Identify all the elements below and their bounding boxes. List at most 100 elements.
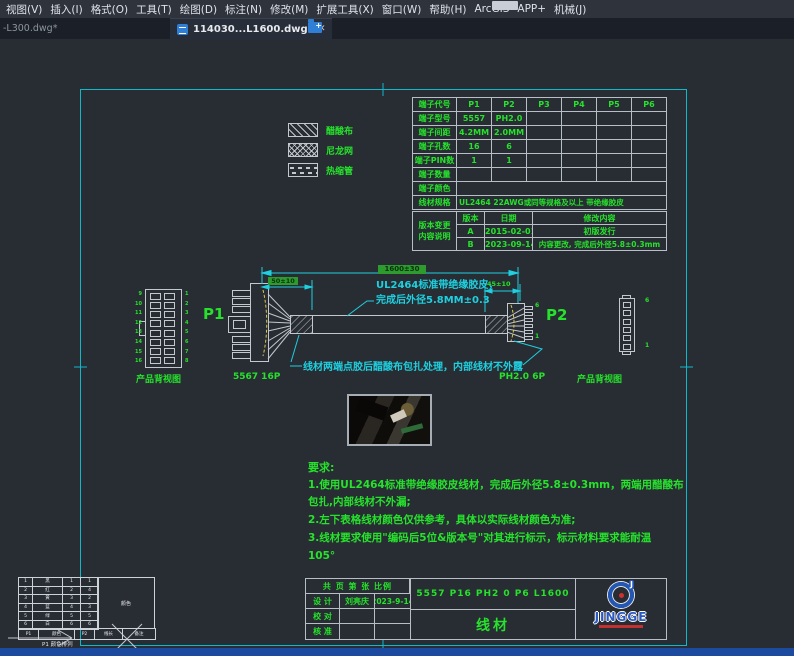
menu-item[interactable]: APP+: [513, 3, 550, 15]
table-cell: 2023-09-14: [485, 238, 533, 251]
terminal-spec-table: 端子代号 P1 P2 P3 P4 P5 P6 端子型号 5557 PH2.0: [412, 97, 667, 210]
table-cell: 3: [81, 603, 99, 612]
p2-front-pin-bottom: 1: [645, 342, 649, 349]
pin-number: 3: [185, 309, 199, 319]
pin-number: 10: [128, 300, 142, 310]
logo-emblem-icon: J: [608, 582, 634, 608]
wire-color-footer: P1 颜色 P2 线长 备注: [18, 628, 156, 640]
check-label: 校 对: [305, 608, 340, 624]
table-cell: 端子孔数: [413, 140, 457, 154]
table-cell: 5: [81, 612, 99, 621]
table-cell: [562, 140, 597, 154]
table-row: 4 蓝 4 3: [19, 603, 99, 612]
nylon-mesh-hatch-swatch: [288, 143, 318, 157]
new-drawing-icon[interactable]: [308, 22, 322, 33]
wire-spec-cell: UL2464 22AWG或同等规格及以上 带绝缘胶皮: [457, 196, 667, 210]
table-cell: 4: [81, 586, 99, 595]
menu-item[interactable]: 机械(J): [550, 2, 590, 17]
note-line: 3.线材要求使用"编码后5位&版本号"对其进行标示，标示材料要求能耐温: [308, 530, 658, 548]
table-row: 线材规格 UL2464 22AWG或同等规格及以上 带绝缘胶皮: [413, 196, 667, 210]
table-cell: 端子颜色: [413, 182, 457, 196]
table-cell: [457, 168, 492, 182]
overall-length-dimension[interactable]: 1600±30: [378, 265, 426, 274]
table-cell: 线长: [95, 629, 123, 640]
menu-item[interactable]: 工具(T): [132, 2, 176, 17]
table-cell: P1: [457, 98, 492, 112]
p2-front-view: [620, 296, 635, 355]
notes-title: 要求:: [308, 459, 658, 477]
approve-date: [374, 623, 411, 640]
menu-item[interactable]: 绘图(D): [176, 2, 221, 17]
table-cell: [527, 140, 562, 154]
pin-number: 5: [185, 328, 199, 338]
table-cell: P1: [19, 629, 39, 640]
designer-name: 刘亮庆: [339, 593, 375, 609]
wire-color-table: 1 黑 1 1 2 红 2 4 3 黄 3 2 4 蓝 4: [18, 577, 99, 630]
menu-item[interactable]: 帮助(H): [425, 2, 470, 17]
pin-number: 16: [128, 357, 142, 367]
pin-number: 15: [128, 348, 142, 358]
title-block: 共 页 第 张 比例 设 计 刘亮庆 2023-9-14 校 对 核 准 555…: [305, 578, 667, 640]
table-cell: 版本: [457, 212, 485, 225]
cable: [291, 316, 508, 334]
view-caption-right: 产品背视图: [577, 372, 622, 385]
legend-item: 尼龙网: [288, 143, 353, 157]
legend-label: 尼龙网: [326, 144, 353, 157]
tab-inactive-drawing[interactable]: -L300.dwg*: [0, 23, 57, 34]
status-bar[interactable]: [0, 648, 794, 656]
table-cell: 5: [19, 612, 33, 621]
pin-number: 8: [185, 357, 199, 367]
logo-j-mark: J: [629, 580, 634, 589]
table-cell: 4.2MM: [457, 126, 492, 140]
table-row: 5 绿 5 5: [19, 612, 99, 621]
p2-pin-bottom: 1: [535, 333, 539, 340]
table-cell: [597, 168, 632, 182]
left-wrap-dimension[interactable]: 50±10: [268, 277, 298, 285]
table-cell: [632, 154, 667, 168]
p1-pin-numbers-left: 910111213141516: [128, 290, 142, 367]
side-label-line: 内容说明: [413, 231, 456, 242]
table-cell: 2: [63, 586, 81, 595]
hatch-legend: 醋酸布 尼龙网 热缩管: [288, 123, 353, 183]
table-cell: 黑: [33, 578, 63, 587]
menu-item[interactable]: 格式(O): [87, 2, 132, 17]
menu-item[interactable]: 窗口(W): [378, 2, 426, 17]
pin-number: 12: [128, 319, 142, 329]
table-row: 端子型号 5557 PH2.0: [413, 112, 667, 126]
menu-item[interactable]: 插入(I): [46, 2, 86, 17]
p2-back-view: [507, 304, 533, 342]
table-cell: B: [457, 238, 485, 251]
table-cell: [632, 140, 667, 154]
table-cell: 备注: [123, 629, 156, 640]
menu-item[interactable]: 修改(M): [266, 2, 312, 17]
table-cell: 3: [63, 595, 81, 604]
logo-subtitle-strip: [599, 625, 643, 628]
menu-bar: 视图(V)插入(I)格式(O)工具(T)绘图(D)标注(N)修改(M)扩展工具(…: [0, 0, 794, 18]
table-cell: 3: [19, 595, 33, 604]
menu-item[interactable]: 标注(N): [221, 2, 266, 17]
note-line: 2.左下表格线材颜色仅供参考，具体以实际线材颜色为准;: [308, 512, 658, 530]
table-row: 版本变更 内容说明 版本 日期 修改内容: [413, 212, 667, 225]
note-line: 105°: [308, 548, 658, 566]
approve-label: 核 准: [305, 623, 340, 640]
table-cell: 端子间距: [413, 126, 457, 140]
requirements-notes: 要求: 1.使用UL2464标准带绝缘胶皮线材，完成后外径5.8±0.3mm，两…: [308, 459, 658, 565]
table-cell: 4: [63, 603, 81, 612]
table-cell: 修改内容: [533, 212, 667, 225]
table-cell: 2: [19, 586, 33, 595]
menu-item[interactable]: 扩展工具(X): [312, 2, 377, 17]
logo-red-dot: [619, 593, 624, 598]
revision-table: 版本变更 内容说明 版本 日期 修改内容 A 2015-02-01 初版发行 B…: [412, 211, 667, 251]
table-cell: 5557: [457, 112, 492, 126]
table-row: 1 黑 1 1: [19, 578, 99, 587]
table-cell: [457, 182, 667, 196]
table-cell: 内容更改, 完成后外径5.8±0.3mm: [533, 238, 667, 251]
logo-text: JINGGE: [595, 610, 648, 624]
table-cell: 绿: [33, 612, 63, 621]
table-cell: [597, 140, 632, 154]
table-row: 端子代号 P1 P2 P3 P4 P5 P6: [413, 98, 667, 112]
table-cell: [527, 154, 562, 168]
menu-item[interactable]: 视图(V): [2, 2, 46, 17]
table-cell: [597, 112, 632, 126]
p1-back-view: [229, 284, 291, 362]
